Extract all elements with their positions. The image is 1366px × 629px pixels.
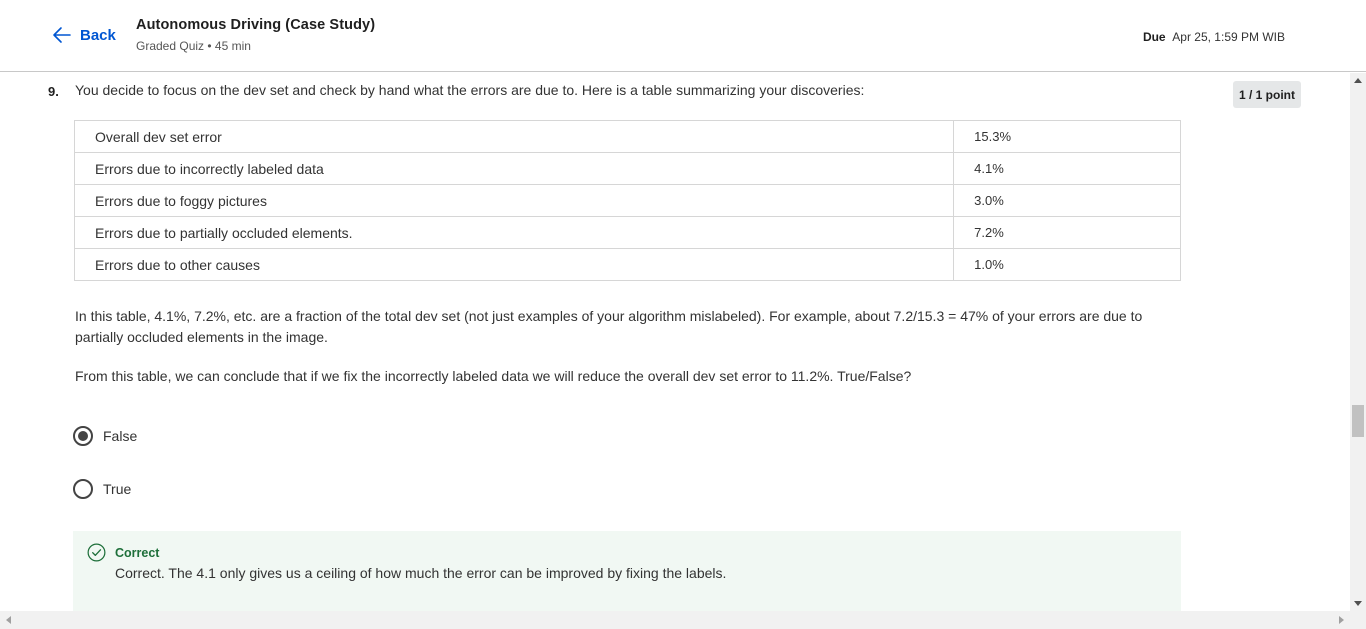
due-date: Due Apr 25, 1:59 PM WIB bbox=[1143, 30, 1285, 44]
feedback-text: Correct. The 4.1 only gives us a ceiling… bbox=[115, 565, 727, 581]
table-cell-label: Errors due to foggy pictures bbox=[73, 184, 955, 217]
question-content: 9. You decide to focus on the dev set an… bbox=[0, 73, 1350, 611]
arrow-left-icon bbox=[53, 27, 71, 43]
points-badge: 1 / 1 point bbox=[1233, 81, 1301, 108]
radio-button[interactable] bbox=[73, 479, 93, 499]
table-cell-label: Errors due to other causes bbox=[73, 248, 955, 281]
table-cell-value: 4.1% bbox=[953, 152, 1181, 185]
table-row: Errors due to incorrectly labeled data 4… bbox=[73, 152, 1181, 185]
horizontal-scrollbar[interactable] bbox=[0, 611, 1366, 629]
option-label: False bbox=[103, 428, 138, 444]
due-label: Due bbox=[1142, 30, 1166, 44]
quiz-subtitle: Graded Quiz • 45 min bbox=[136, 39, 251, 53]
check-circle-icon bbox=[87, 543, 106, 562]
question-number: 9. bbox=[48, 84, 59, 99]
table-cell-label: Errors due to partially occluded element… bbox=[73, 216, 955, 249]
feedback-box: Correct Correct. The 4.1 only gives us a… bbox=[73, 531, 1181, 611]
table-cell-label: Overall dev set error bbox=[73, 120, 955, 153]
feedback-title: Correct bbox=[115, 546, 160, 560]
scroll-right-icon[interactable] bbox=[1339, 616, 1344, 624]
question-text: You decide to focus on the dev set and c… bbox=[75, 82, 865, 98]
scrollbar-thumb[interactable] bbox=[1352, 405, 1364, 437]
table-row: Errors due to foggy pictures 3.0% bbox=[73, 184, 1181, 217]
page-title: Autonomous Driving (Case Study) bbox=[136, 17, 376, 33]
scroll-left-icon[interactable] bbox=[6, 616, 11, 624]
option-true[interactable]: True bbox=[73, 479, 131, 499]
table-row: Errors due to other causes 1.0% bbox=[73, 248, 1181, 281]
table-cell-value: 15.3% bbox=[953, 120, 1181, 153]
radio-button-selected[interactable] bbox=[73, 426, 93, 446]
table-cell-label: Errors due to incorrectly labeled data bbox=[73, 152, 955, 185]
scroll-up-icon[interactable] bbox=[1354, 78, 1362, 83]
back-label: Back bbox=[80, 26, 116, 44]
quiz-header: Back Autonomous Driving (Case Study) Gra… bbox=[0, 0, 1366, 72]
vertical-scrollbar[interactable] bbox=[1350, 73, 1366, 611]
title-block: Autonomous Driving (Case Study) Graded Q… bbox=[136, 17, 375, 53]
scroll-down-icon[interactable] bbox=[1354, 601, 1362, 606]
option-false[interactable]: False bbox=[73, 426, 137, 446]
table-cell-value: 3.0% bbox=[953, 184, 1181, 217]
back-button[interactable]: Back bbox=[52, 25, 116, 45]
table-cell-value: 7.2% bbox=[953, 216, 1181, 249]
option-label: True bbox=[103, 481, 132, 497]
due-value: Apr 25, 1:59 PM WIB bbox=[1172, 30, 1285, 44]
table-cell-value: 1.0% bbox=[953, 248, 1181, 281]
table-row: Errors due to partially occluded element… bbox=[73, 216, 1181, 249]
radio-dot bbox=[78, 431, 88, 441]
error-table: Overall dev set error 15.3% Errors due t… bbox=[73, 120, 1181, 281]
explanation-paragraph: In this table, 4.1%, 7.2%, etc. are a fr… bbox=[75, 308, 1143, 345]
question-prompt: From this table, we can conclude that if… bbox=[75, 368, 912, 384]
table-row: Overall dev set error 15.3% bbox=[73, 120, 1181, 153]
